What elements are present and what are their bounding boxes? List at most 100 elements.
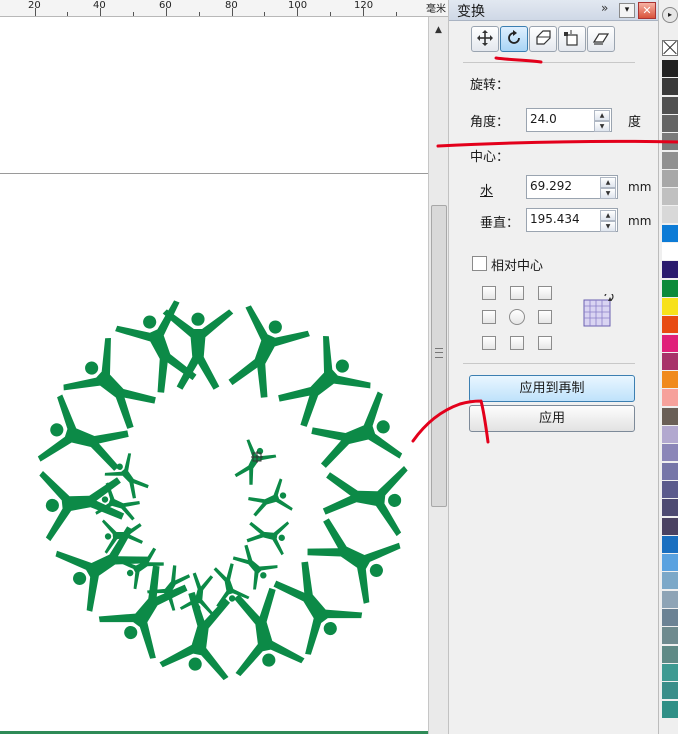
anchor-top-right-checkbox[interactable]	[538, 286, 552, 300]
color-swatch[interactable]	[662, 682, 678, 700]
color-swatch[interactable]	[662, 426, 678, 443]
figure-shape[interactable]	[305, 390, 404, 483]
spin-down-icon[interactable]: ▼	[600, 221, 616, 232]
skew-tab-button[interactable]	[587, 26, 615, 52]
angle-input[interactable]: 24.0 ▲ ▼	[526, 108, 612, 132]
color-swatch[interactable]	[662, 517, 678, 535]
anchor-top-center-checkbox[interactable]	[510, 286, 524, 300]
color-swatch[interactable]	[662, 297, 678, 315]
color-swatch[interactable]	[662, 261, 678, 279]
ruler-tick	[264, 12, 265, 16]
drawing-canvas[interactable]	[0, 17, 428, 734]
figure-shape[interactable]	[266, 333, 374, 440]
figure-shape[interactable]	[227, 438, 278, 490]
color-swatch[interactable]	[662, 371, 678, 389]
anchor-top-left-checkbox[interactable]	[482, 286, 496, 300]
color-swatch[interactable]	[662, 627, 678, 645]
skew-icon	[592, 33, 610, 45]
rotate-section-label: 旋转：	[470, 78, 510, 93]
anchor-middle-left-checkbox[interactable]	[482, 310, 496, 324]
apply-to-duplicate-button[interactable]: 应用到再制	[469, 375, 635, 402]
figure-shape[interactable]	[117, 540, 169, 591]
angle-spinner[interactable]: ▲ ▼	[594, 110, 610, 132]
ruler-label: 80	[225, 0, 238, 11]
color-swatch[interactable]	[662, 535, 678, 553]
selection-center-marker[interactable]	[251, 451, 263, 463]
color-swatch[interactable]	[662, 279, 678, 297]
scroll-up-arrow-icon[interactable]: ▲	[429, 25, 448, 41]
vertical-value[interactable]: 195.434	[530, 212, 580, 226]
relative-center-checkbox[interactable]	[472, 256, 487, 271]
figure-shape[interactable]	[101, 516, 144, 554]
size-icon	[564, 30, 578, 46]
color-swatch[interactable]	[662, 169, 678, 187]
anchor-center-radio[interactable]	[509, 309, 525, 325]
color-swatch[interactable]	[662, 224, 678, 242]
color-swatch[interactable]	[662, 114, 678, 132]
color-swatch[interactable]	[662, 334, 678, 352]
color-swatch[interactable]	[662, 480, 678, 498]
spin-up-icon[interactable]: ▲	[600, 210, 616, 221]
color-swatch[interactable]	[662, 700, 678, 718]
horizontal-value[interactable]: 69.292	[530, 179, 572, 193]
spin-up-icon[interactable]: ▲	[600, 177, 616, 188]
expand-chevron-icon[interactable]: »	[601, 1, 608, 15]
color-swatch[interactable]	[662, 407, 678, 425]
horizontal-spinner[interactable]: ▲ ▼	[600, 177, 616, 199]
color-swatch[interactable]	[662, 444, 678, 462]
scroll-thumb[interactable]	[431, 205, 447, 507]
ruler-unit: 毫米	[426, 4, 446, 15]
color-swatch[interactable]	[662, 151, 678, 169]
color-swatch[interactable]	[662, 572, 678, 590]
color-swatch[interactable]	[662, 316, 678, 334]
docker-close-icon[interactable]: ✕	[638, 2, 656, 19]
spin-down-icon[interactable]: ▼	[594, 121, 610, 132]
color-swatch[interactable]	[662, 663, 678, 681]
spin-up-icon[interactable]: ▲	[594, 110, 610, 121]
angle-value[interactable]: 24.0	[530, 112, 557, 126]
color-swatch[interactable]	[662, 96, 678, 114]
rotate-tab-button[interactable]	[500, 26, 528, 52]
vertical-spinner[interactable]: ▲ ▼	[600, 210, 616, 232]
figure-shape[interactable]	[244, 514, 290, 556]
position-tab-button[interactable]	[471, 26, 499, 52]
figure-shape[interactable]	[226, 538, 279, 591]
color-swatch[interactable]	[662, 645, 678, 663]
size-tab-button[interactable]	[558, 26, 586, 52]
palette-scroll-arrow-icon[interactable]: ▸	[662, 7, 678, 23]
figure-shape[interactable]	[162, 309, 234, 390]
color-swatch[interactable]	[662, 133, 678, 151]
figure-ring-artwork[interactable]	[0, 17, 428, 734]
color-swatch[interactable]	[662, 188, 678, 206]
docker-menu-icon[interactable]: ▾	[619, 3, 635, 18]
color-swatch[interactable]	[662, 609, 678, 626]
vertical-input[interactable]: 195.434 ▲ ▼	[526, 208, 618, 232]
color-swatch[interactable]	[662, 60, 678, 77]
ruler-tick	[133, 12, 134, 16]
scale-mirror-tab-button[interactable]	[529, 26, 557, 52]
anchor-bottom-center-checkbox[interactable]	[510, 336, 524, 350]
color-swatch[interactable]	[662, 243, 678, 260]
figure-shape[interactable]	[320, 457, 409, 537]
ruler-tick	[330, 12, 331, 16]
color-swatch[interactable]	[662, 590, 678, 608]
figure-shape[interactable]	[60, 335, 168, 442]
anchor-bottom-left-checkbox[interactable]	[482, 336, 496, 350]
vertical-scrollbar[interactable]: ▲	[428, 17, 448, 734]
docker-title: 变换	[457, 4, 485, 20]
apply-button[interactable]: 应用	[469, 405, 635, 432]
horizontal-label: 水	[480, 184, 494, 199]
horizontal-input[interactable]: 69.292 ▲ ▼	[526, 175, 618, 199]
color-swatch[interactable]	[662, 206, 678, 224]
color-swatch[interactable]	[662, 499, 678, 517]
anchor-middle-right-checkbox[interactable]	[538, 310, 552, 324]
position-icon	[477, 30, 493, 46]
color-swatch[interactable]	[662, 554, 678, 572]
spin-down-icon[interactable]: ▼	[600, 188, 616, 199]
color-swatch[interactable]	[662, 389, 678, 407]
color-swatch[interactable]	[662, 352, 678, 370]
no-color-swatch[interactable]	[662, 40, 678, 56]
color-swatch[interactable]	[662, 462, 678, 480]
color-swatch[interactable]	[662, 78, 678, 96]
anchor-bottom-right-checkbox[interactable]	[538, 336, 552, 350]
